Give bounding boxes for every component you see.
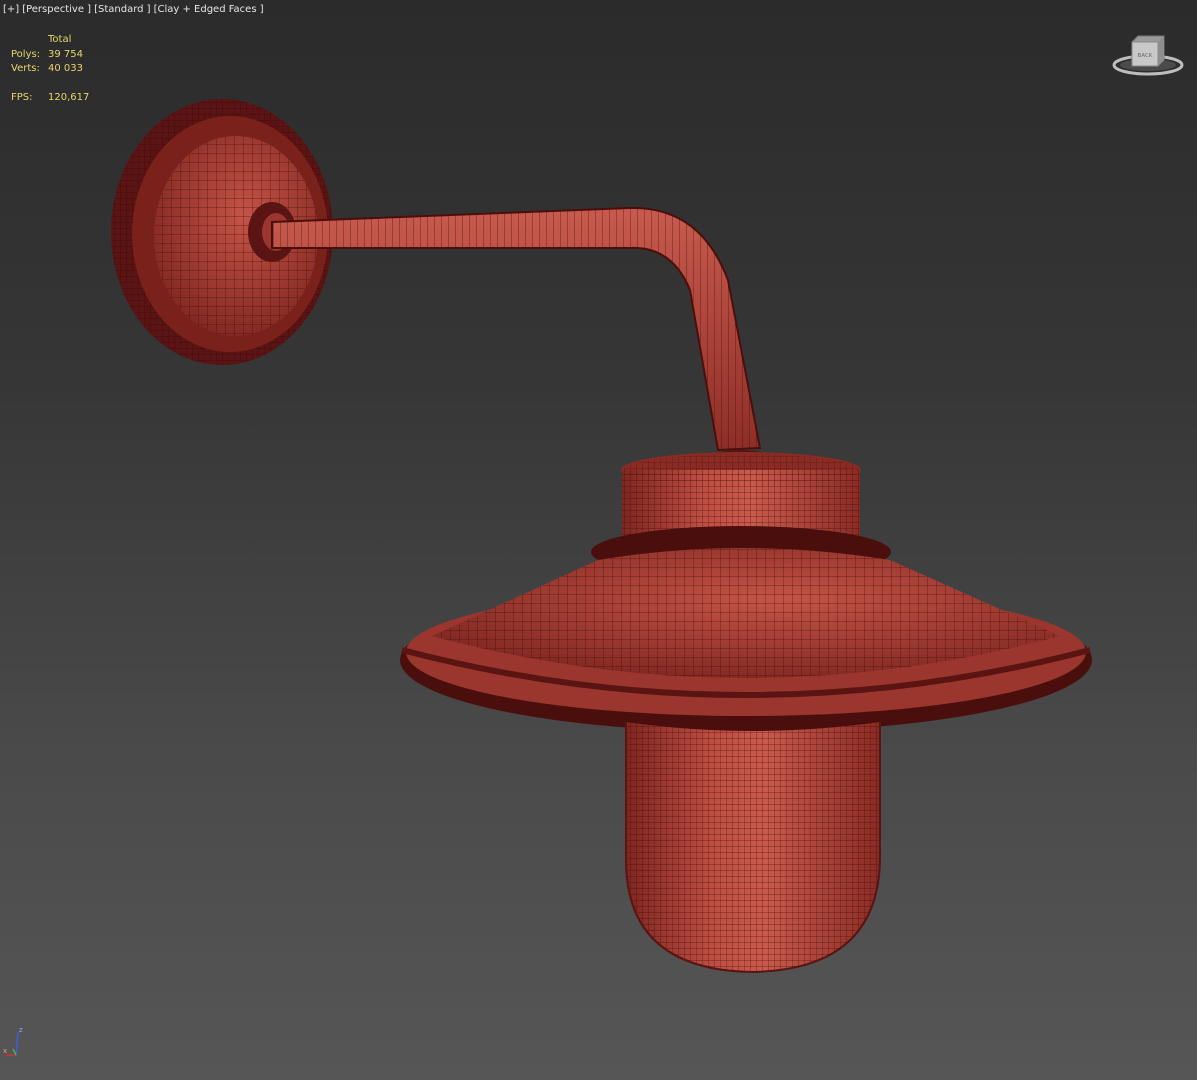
- scene-statistics: Total Polys: 39 754 Verts: 40 033 FPS: 120,…: [11, 33, 89, 105]
- display-mode-label[interactable]: [Clay + Edged Faces ]: [154, 4, 264, 15]
- lamp-arm: [271, 206, 762, 452]
- shading-standard-label[interactable]: [Standard ]: [94, 4, 150, 15]
- lamp-shade: [400, 548, 1092, 732]
- verts-label: Verts:: [11, 63, 40, 74]
- polys-label: Polys:: [11, 48, 41, 60]
- lamp-model-mesh: [111, 99, 1092, 974]
- axis-tripod-icon: z x: [3, 1026, 23, 1056]
- stats-header: Total: [48, 34, 72, 45]
- viewport-labels: [+] [Perspective ] [Standard ] [Clay + E…: [3, 4, 264, 15]
- lamp-globe: [625, 722, 881, 974]
- axis-z-label: z: [19, 1026, 23, 1034]
- axis-x-label: x: [3, 1047, 7, 1055]
- viewcube-icon[interactable]: BACK: [1110, 30, 1186, 78]
- fps-value: 120,617: [48, 91, 90, 103]
- perspective-viewport[interactable]: [+] [Perspective ] [Standard ] [Clay + E…: [0, 0, 1197, 1080]
- polys-value: 39 754: [48, 48, 83, 60]
- view-type-label[interactable]: [Perspective ]: [22, 4, 91, 15]
- viewport-menu-label[interactable]: [+]: [3, 4, 19, 15]
- fps-label: FPS:: [11, 91, 33, 103]
- viewcube-face-label: BACK: [1138, 53, 1153, 59]
- verts-value: 40 033: [48, 63, 83, 74]
